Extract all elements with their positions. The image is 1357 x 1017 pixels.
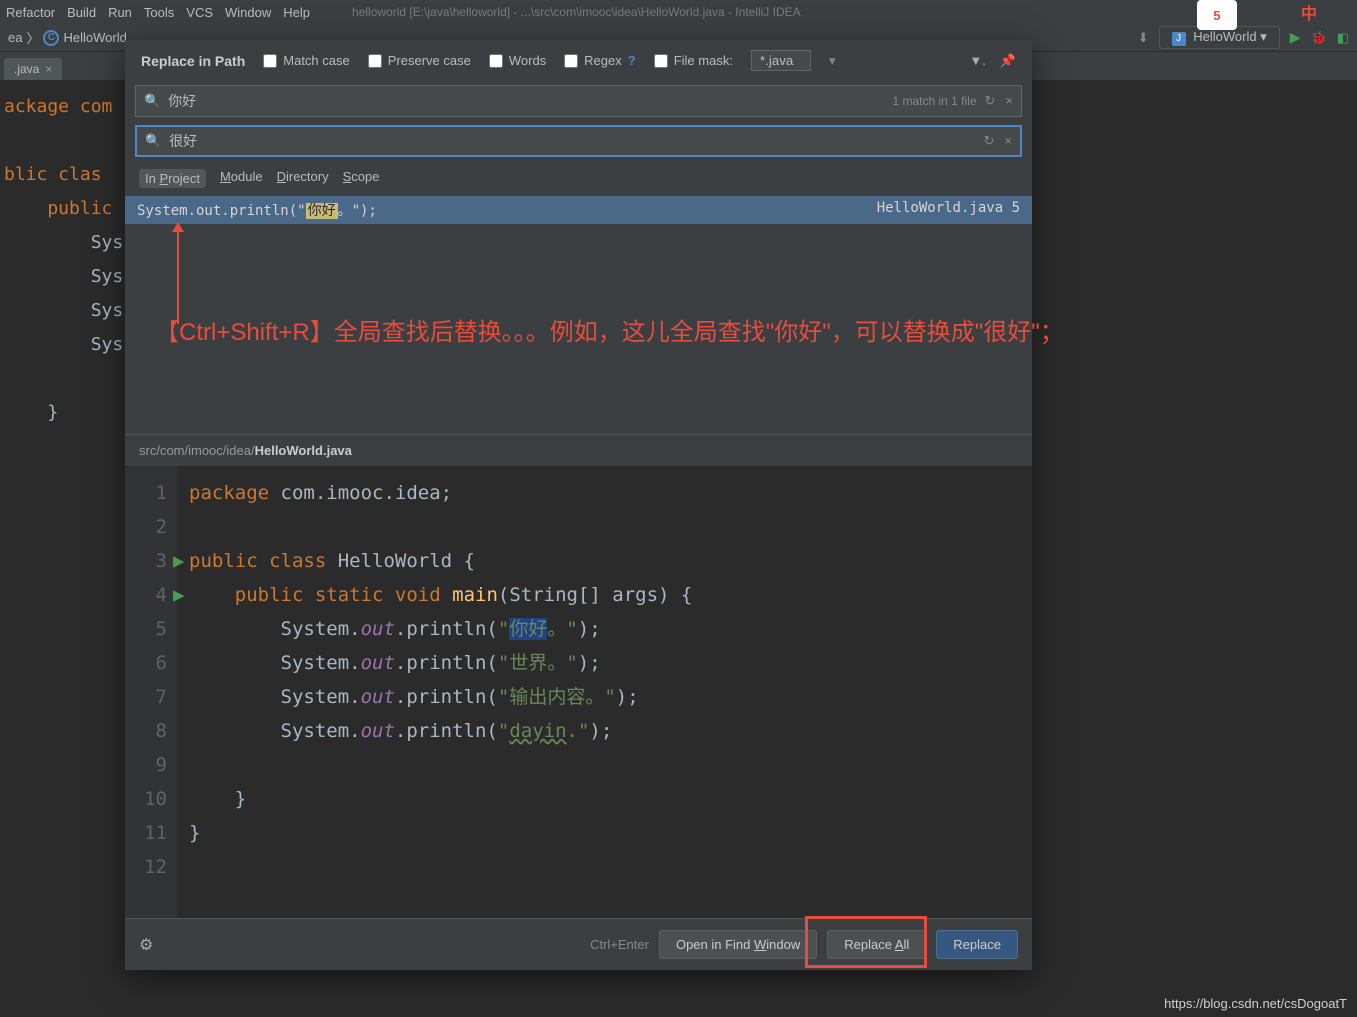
- search-status: 1 match in 1 file: [892, 94, 976, 108]
- close-icon[interactable]: ×: [45, 62, 52, 76]
- search-icon: 🔍: [145, 133, 161, 149]
- filter-icon[interactable]: ▼.: [969, 53, 985, 69]
- search-input[interactable]: [168, 93, 884, 109]
- preserve-case-checkbox[interactable]: Preserve case: [368, 53, 471, 68]
- replace-field-row: 🔍 ↻ ×: [135, 125, 1022, 157]
- menu-window[interactable]: Window: [225, 5, 271, 20]
- debug-icon[interactable]: 🐞: [1311, 30, 1327, 46]
- preview-pane: 123▶4▶56789101112 package com.imooc.idea…: [125, 466, 1032, 918]
- chevron-icon: 〉: [26, 28, 39, 47]
- regex-help-icon[interactable]: ?: [628, 53, 636, 68]
- search-result-row[interactable]: System.out.println("你好。"); HelloWorld.ja…: [125, 196, 1032, 224]
- menu-refactor[interactable]: Refactor: [6, 5, 55, 20]
- scope-tabs: In Project Module Directory Scope: [125, 161, 1032, 196]
- match-case-checkbox[interactable]: Match case: [263, 53, 349, 68]
- dialog-title: Replace in Path: [141, 53, 245, 69]
- notification-badge[interactable]: 5: [1197, 0, 1237, 30]
- menu-bar: Refactor Build Run Tools VCS Window Help…: [0, 0, 1357, 24]
- result-text: System.out.println("你好。");: [137, 200, 377, 220]
- replace-button[interactable]: Replace: [936, 930, 1018, 959]
- clear-search-icon[interactable]: ×: [1005, 93, 1013, 109]
- history-icon[interactable]: ↻: [985, 93, 996, 109]
- scope-in-project[interactable]: In Project: [139, 169, 206, 188]
- run-icon[interactable]: ▶: [1290, 29, 1301, 46]
- filemask-input[interactable]: [751, 50, 811, 71]
- watermark: https://blog.csdn.net/csDogoatT: [1164, 996, 1347, 1011]
- coverage-icon[interactable]: ◧: [1337, 30, 1349, 46]
- pin-icon[interactable]: 📌: [1000, 53, 1016, 69]
- breadcrumb-project[interactable]: ea: [8, 30, 22, 45]
- java-icon: J: [1172, 32, 1186, 46]
- replace-all-button[interactable]: Replace All: [827, 930, 926, 959]
- replace-in-path-dialog: Replace in Path Match case Preserve case…: [125, 40, 1032, 970]
- line-gutter: 123▶4▶56789101112: [125, 466, 177, 918]
- words-checkbox[interactable]: Words: [489, 53, 546, 68]
- regex-checkbox[interactable]: Regex ?: [564, 53, 636, 68]
- tab-java-file[interactable]: .java ×: [4, 58, 62, 80]
- open-find-window-button[interactable]: Open in Find Window: [659, 930, 817, 959]
- scope-scope[interactable]: Scope: [343, 169, 380, 188]
- breadcrumb-file[interactable]: HelloWorld: [63, 30, 126, 45]
- annotation-text: 【Ctrl+Shift+R】全局查找后替换。。。例如，这儿全局查找"你好"，可以…: [155, 314, 1352, 352]
- class-icon: C: [43, 30, 59, 46]
- dialog-footer: ⚙ Ctrl+Enter Open in Find Window Replace…: [125, 918, 1032, 970]
- menu-tools[interactable]: Tools: [144, 5, 174, 20]
- menu-run[interactable]: Run: [108, 5, 132, 20]
- annotation-arrow: [177, 224, 179, 324]
- window-title-path: helloworld [E:\java\helloworld] - ...\sr…: [352, 5, 801, 19]
- search-field-row: 🔍 1 match in 1 file ↻ ×: [135, 85, 1022, 117]
- scope-directory[interactable]: Directory: [277, 169, 329, 188]
- filemask-checkbox[interactable]: File mask:: [654, 53, 733, 68]
- menu-help[interactable]: Help: [283, 5, 310, 20]
- history-icon[interactable]: ↻: [984, 133, 995, 149]
- clear-replace-icon[interactable]: ×: [1004, 133, 1012, 149]
- language-indicator: 中: [1301, 0, 1317, 24]
- result-location: HelloWorld.java 5: [877, 200, 1020, 220]
- scope-module[interactable]: Module: [220, 169, 263, 188]
- build-icon[interactable]: ⬇: [1138, 30, 1149, 46]
- preview-code[interactable]: package com.imooc.idea; public class Hel…: [177, 466, 692, 918]
- search-icon: 🔍: [144, 93, 160, 109]
- replace-input[interactable]: [169, 133, 975, 149]
- filemask-dropdown-icon[interactable]: ▾: [829, 53, 836, 69]
- gear-icon[interactable]: ⚙: [139, 935, 153, 955]
- menu-build[interactable]: Build: [67, 5, 96, 20]
- shortcut-hint: Ctrl+Enter: [590, 937, 649, 952]
- annotation-area: 【Ctrl+Shift+R】全局查找后替换。。。例如，这儿全局查找"你好"，可以…: [125, 224, 1032, 434]
- menu-vcs[interactable]: VCS: [186, 5, 213, 20]
- dialog-header: Replace in Path Match case Preserve case…: [125, 40, 1032, 81]
- preview-filepath: src/com/imooc/idea/HelloWorld.java: [125, 434, 1032, 466]
